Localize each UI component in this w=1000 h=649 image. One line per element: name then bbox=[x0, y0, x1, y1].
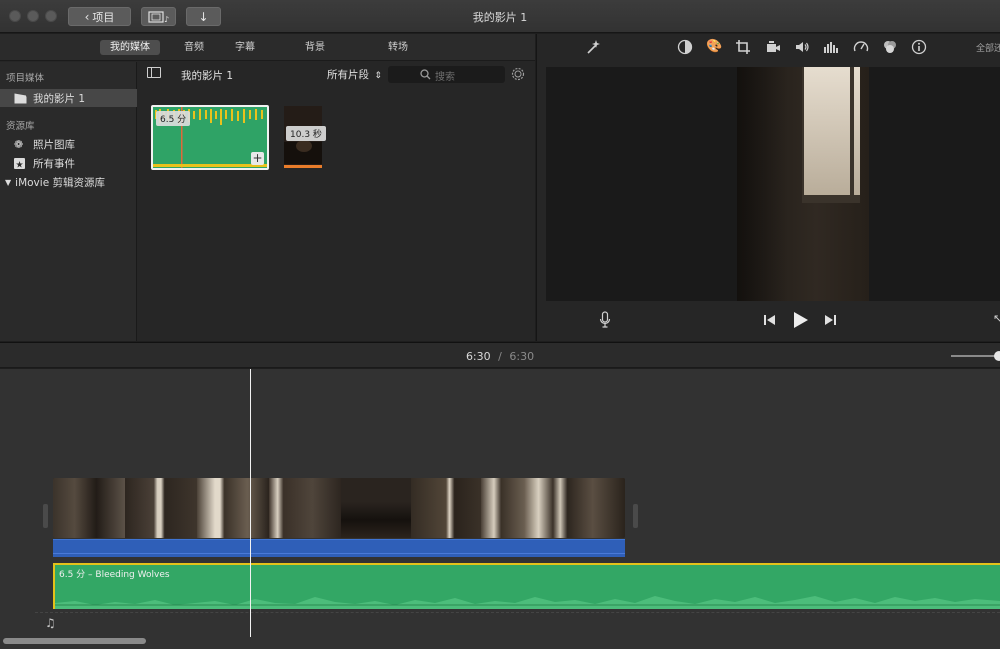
tab-backgrounds[interactable]: 背景 bbox=[293, 40, 337, 55]
browser-toolbar: 我的影片 1 所有片段 ⇕ 搜索 bbox=[138, 62, 535, 86]
gear-icon bbox=[511, 67, 525, 81]
timeline-scrollbar[interactable] bbox=[3, 638, 146, 644]
media-browser: 我的媒体 音频 字幕 背景 转场 项目媒体 我的影片 1 资源库 ❁ 照片图库 … bbox=[0, 34, 535, 341]
filmstrip-frame bbox=[125, 478, 197, 538]
playhead[interactable] bbox=[250, 369, 251, 637]
clapperboard-icon bbox=[14, 93, 27, 104]
clip-trim-handle-left[interactable] bbox=[43, 504, 48, 528]
clip-filter-select[interactable]: 所有片段 ⇕ bbox=[327, 67, 382, 82]
clip-filter-icon[interactable] bbox=[882, 39, 898, 55]
sidebar-icon bbox=[151, 68, 152, 77]
sidebar-item-all-events[interactable]: ★ 所有事件 bbox=[0, 154, 137, 172]
browser-settings-button[interactable] bbox=[510, 66, 526, 82]
timecode-display: 6:30 / 6:30 bbox=[0, 350, 1000, 363]
filmstrip-frame bbox=[411, 478, 481, 538]
speed-icon[interactable] bbox=[853, 39, 869, 55]
filmstrip-frame bbox=[53, 478, 125, 538]
clip-duration-badge: 10.3 秒 bbox=[286, 126, 326, 141]
fullscreen-icon[interactable]: ↖ bbox=[993, 312, 1000, 325]
updown-chevron-icon: ⇕ bbox=[374, 71, 382, 81]
tab-titles[interactable]: 字幕 bbox=[223, 40, 267, 55]
filmstrip-frame bbox=[269, 478, 341, 538]
skip-forward-button[interactable] bbox=[824, 314, 837, 326]
info-icon[interactable] bbox=[911, 39, 927, 55]
magic-wand-icon[interactable] bbox=[585, 39, 601, 55]
libraries-header: 资源库 bbox=[6, 121, 35, 132]
media-grid: 6.5 分 + 10.3 秒 bbox=[138, 92, 535, 341]
clip-filter-label: 所有片段 bbox=[327, 69, 369, 81]
video-preview bbox=[546, 67, 1000, 301]
music-waveform bbox=[55, 596, 1000, 609]
sidebar-item-label: iMovie 剪辑资源库 bbox=[15, 176, 105, 189]
search-placeholder: 搜索 bbox=[435, 72, 455, 83]
music-clip-label: 6.5 分 – Bleeding Wolves bbox=[59, 570, 170, 580]
total-time: 6:30 bbox=[509, 350, 535, 363]
clip-usage-bar bbox=[284, 165, 322, 168]
tab-audio[interactable]: 音频 bbox=[172, 40, 216, 55]
sidebar-item-label: 所有事件 bbox=[33, 157, 75, 170]
timeline-header: 6:30 / 6:30 bbox=[0, 342, 1000, 368]
reset-all-button[interactable]: 全部还 bbox=[976, 41, 1000, 54]
video-frame-highlight bbox=[296, 140, 312, 152]
zoom-slider-knob[interactable] bbox=[994, 351, 1000, 361]
filmstrip-frame bbox=[553, 478, 625, 538]
time-separator: / bbox=[498, 350, 502, 363]
sidebar-item-project[interactable]: 我的影片 1 bbox=[0, 89, 137, 107]
tab-transitions[interactable]: 转场 bbox=[376, 40, 420, 55]
viewer-pane: 🎨 全部还 ↖ bbox=[536, 34, 1000, 341]
video-clip-strip[interactable] bbox=[53, 478, 625, 538]
color-balance-icon[interactable] bbox=[677, 39, 693, 55]
music-well: ♫ bbox=[35, 612, 1000, 634]
window-title: 我的影片 1 bbox=[472, 11, 528, 24]
filmstrip-frame bbox=[341, 478, 411, 538]
color-palette-icon[interactable]: 🎨 bbox=[706, 39, 722, 55]
microphone-icon bbox=[599, 311, 611, 328]
wall-shadow bbox=[737, 67, 787, 301]
project-media-header: 项目媒体 bbox=[6, 73, 45, 84]
preview-frame-image bbox=[737, 67, 869, 301]
clip-duration-badge: 6.5 分 bbox=[156, 111, 191, 126]
playback-controls: ↖ bbox=[537, 309, 1000, 333]
music-note-icon: ♫ bbox=[45, 616, 56, 630]
skip-back-button[interactable] bbox=[763, 314, 776, 326]
play-button[interactable] bbox=[793, 311, 809, 329]
title-bar: ‹ 项目 ♪ ↓ 我的影片 1 bbox=[0, 0, 1000, 33]
star-box-icon: ★ bbox=[14, 157, 27, 170]
media-tab-bar: 我的媒体 音频 字幕 背景 转场 bbox=[0, 34, 535, 61]
stabilization-camera-icon[interactable] bbox=[765, 39, 781, 55]
timeline: 6.5 分 – Bleeding Wolves ♫ bbox=[0, 369, 1000, 649]
tab-my-media[interactable]: 我的媒体 bbox=[100, 40, 160, 55]
photos-flower-icon: ❁ bbox=[14, 137, 24, 151]
equalizer-icon[interactable] bbox=[823, 39, 839, 55]
browser-title: 我的影片 1 bbox=[181, 70, 234, 82]
play-icon bbox=[794, 312, 808, 328]
svg-text:★: ★ bbox=[16, 160, 24, 169]
sidebar-item-label: 照片图库 bbox=[33, 138, 75, 151]
sidebar-item-photo-library[interactable]: ❁ 照片图库 bbox=[0, 135, 137, 153]
search-icon bbox=[420, 69, 431, 80]
audio-clip-thumbnail[interactable]: 6.5 分 + bbox=[151, 105, 269, 170]
volume-icon[interactable] bbox=[794, 39, 810, 55]
filmstrip-frame bbox=[481, 478, 553, 538]
adjustments-bar: 🎨 全部还 bbox=[537, 34, 1000, 61]
toggle-sidebar-button[interactable] bbox=[147, 67, 161, 78]
crop-icon[interactable] bbox=[735, 39, 751, 55]
skip-forward-icon bbox=[825, 315, 836, 325]
add-to-project-button[interactable]: + bbox=[251, 152, 264, 165]
clip-trim-handle-right[interactable] bbox=[633, 504, 638, 528]
zoom-slider[interactable] bbox=[951, 351, 1000, 361]
filmstrip-frame bbox=[197, 478, 269, 538]
current-time: 6:30 bbox=[465, 350, 491, 363]
library-sidebar: 项目媒体 我的影片 1 资源库 ❁ 照片图库 ★ 所有事件 ▼ iMovie 剪… bbox=[0, 62, 137, 341]
voiceover-button[interactable] bbox=[599, 311, 611, 329]
window-in-frame bbox=[802, 67, 860, 203]
audio-level-line bbox=[53, 553, 625, 554]
skip-back-icon bbox=[764, 315, 775, 325]
background-music-clip[interactable]: 6.5 分 – Bleeding Wolves bbox=[53, 563, 1000, 609]
search-field[interactable]: 搜索 bbox=[388, 66, 505, 83]
clip-audio-track[interactable] bbox=[53, 539, 625, 557]
disclosure-triangle-icon[interactable]: ▼ bbox=[5, 178, 11, 187]
sidebar-item-label: 我的影片 1 bbox=[33, 92, 86, 105]
sidebar-item-imovie-library[interactable]: ▼ iMovie 剪辑资源库 bbox=[0, 173, 137, 191]
